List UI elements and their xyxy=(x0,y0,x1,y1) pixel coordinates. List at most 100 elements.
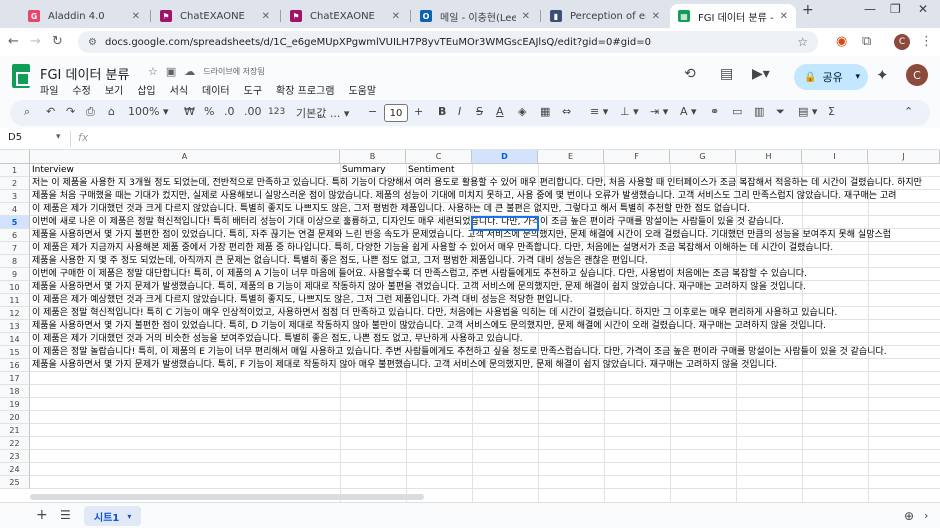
menu-insert[interactable]: 삽입 xyxy=(137,82,155,97)
browser-menu-icon[interactable]: ⋮ xyxy=(920,34,933,49)
collapse-toolbar-icon[interactable]: ⌃ xyxy=(904,105,913,118)
column-header-f[interactable]: F xyxy=(604,150,670,164)
column-header-g[interactable]: G xyxy=(670,150,736,164)
browser-tab-perception[interactable]: ▮ Perception of emotion ✕ xyxy=(542,4,668,28)
document-title[interactable]: FGI 데이터 분류 xyxy=(40,64,129,83)
borders-icon[interactable]: ▦ xyxy=(540,105,550,118)
menu-format[interactable]: 서식 xyxy=(170,82,188,97)
column-header-b[interactable]: B xyxy=(340,150,406,164)
close-icon[interactable]: ✕ xyxy=(262,11,270,22)
explore-icon[interactable]: ⊕ xyxy=(904,509,914,523)
column-header-i[interactable]: I xyxy=(802,150,868,164)
column-header-e[interactable]: E xyxy=(538,150,604,164)
row-header[interactable]: 19 xyxy=(0,398,30,411)
forward-icon[interactable]: → xyxy=(30,34,41,49)
history-icon[interactable]: ⟲ xyxy=(684,66,696,82)
menu-tools[interactable]: 도구 xyxy=(244,82,262,97)
interview-cell[interactable]: 제품을 사용하면서 몇 가지 문제가 발생했습니다. 특히, F 기능이 제대로… xyxy=(30,359,777,371)
interview-cell[interactable]: 이 제품은 정말 혁신적입니다! 특히 C 기능이 매우 인상적이었고, 사용하… xyxy=(30,307,837,319)
horizontal-scrollbar[interactable] xyxy=(30,494,424,500)
interview-cell[interactable]: 제품을 사용하면서 몇 가지 문제가 발생했습니다. 특히, 제품의 B 기능이… xyxy=(30,281,806,293)
gemini-sparkle-icon[interactable]: ✦ xyxy=(876,66,889,84)
menu-help[interactable]: 도움말 xyxy=(348,82,376,97)
bookmark-star-icon[interactable]: ☆ xyxy=(797,35,808,49)
select-all-corner[interactable] xyxy=(0,150,30,164)
row-header[interactable]: 7 xyxy=(0,242,30,255)
row-header[interactable]: 14 xyxy=(0,333,30,346)
column-header-h[interactable]: H xyxy=(736,150,802,164)
name-box[interactable]: D5 xyxy=(8,132,22,143)
browser-tab-mail[interactable]: O 메일 - 이충현(Lee Chu ✕ xyxy=(412,4,538,28)
text-rotate-icon[interactable]: A ▾ xyxy=(680,105,697,118)
url-field[interactable]: ⚙ docs.google.com/spreadsheets/d/1C_e6ge… xyxy=(78,31,818,53)
close-icon[interactable]: ✕ xyxy=(132,11,140,22)
interview-cell[interactable]: 이 제품은 제가 기대했던 것과 크게 다르지 않았습니다. 특별히 좋지도 나… xyxy=(30,203,750,215)
back-icon[interactable]: ← xyxy=(8,34,19,49)
row-header[interactable]: 6 xyxy=(0,229,30,242)
horizontal-align-icon[interactable]: ≡ ▾ xyxy=(590,105,608,118)
header-summary[interactable]: Summary xyxy=(340,164,386,176)
sheet-tab-1[interactable]: 시트1 ▾ xyxy=(84,506,142,526)
increase-font-size-button[interactable]: + xyxy=(414,105,423,118)
site-info-icon[interactable]: ⚙ xyxy=(88,37,97,48)
chevron-down-icon[interactable]: ▾ xyxy=(56,132,61,142)
merge-cells-icon[interactable]: ⇔ xyxy=(562,105,571,118)
increase-decimal-button[interactable]: .00 xyxy=(244,105,262,118)
italic-button[interactable]: I xyxy=(458,105,461,118)
close-icon[interactable]: ✕ xyxy=(392,11,400,22)
close-icon[interactable]: ✕ xyxy=(522,11,530,22)
chevron-down-icon[interactable]: ▾ xyxy=(127,512,131,521)
row-header[interactable]: 20 xyxy=(0,411,30,424)
maximize-icon[interactable]: ❐ xyxy=(890,2,901,16)
filter-views-icon[interactable]: ▤ ▾ xyxy=(798,105,817,118)
browser-tab-chatexaone-2[interactable]: ⚑ ChatEXAONE ✕ xyxy=(282,4,408,28)
functions-icon[interactable]: Σ xyxy=(828,105,835,118)
menu-data[interactable]: 데이터 xyxy=(202,82,230,97)
font-family-select[interactable]: 기본값 ... ▾ xyxy=(296,105,349,121)
row-header[interactable]: 18 xyxy=(0,385,30,398)
row-header[interactable]: 22 xyxy=(0,437,30,450)
row-header[interactable]: 3 xyxy=(0,190,30,203)
all-sheets-icon[interactable]: ☰ xyxy=(60,508,71,522)
sheets-logo-icon[interactable] xyxy=(12,64,30,88)
decrease-font-size-button[interactable]: − xyxy=(368,105,377,118)
browser-tab-chatexaone-1[interactable]: ⚑ ChatEXAONE ✕ xyxy=(152,4,278,28)
currency-format-button[interactable]: ₩ xyxy=(184,105,195,118)
header-interview[interactable]: Interview xyxy=(30,164,74,176)
menu-file[interactable]: 파일 xyxy=(40,82,58,97)
star-icon[interactable]: ☆ xyxy=(148,65,158,78)
print-icon[interactable]: ⎙ xyxy=(86,105,95,119)
browser-tab-aladdin[interactable]: G Aladdin 4.0 ✕ xyxy=(20,4,148,28)
interview-cell[interactable]: 이번에 구매한 이 제품은 정말 대단합니다! 특히, 이 제품의 A 기능이 … xyxy=(30,268,807,280)
decrease-decimal-button[interactable]: .0 xyxy=(224,105,235,118)
new-tab-icon[interactable]: + xyxy=(802,2,814,18)
side-panel-icon[interactable]: › xyxy=(924,509,928,522)
reload-icon[interactable]: ↻ xyxy=(52,34,63,49)
row-header[interactable]: 8 xyxy=(0,255,30,268)
chevron-down-icon[interactable]: ▾ xyxy=(855,72,860,82)
profile-avatar[interactable]: C xyxy=(894,34,910,50)
row-header[interactable]: 17 xyxy=(0,372,30,385)
close-icon[interactable]: ✕ xyxy=(780,11,788,22)
extensions-puzzle-icon[interactable]: ⧉ xyxy=(862,34,871,49)
column-header-a[interactable]: A xyxy=(30,150,340,164)
window-close-icon[interactable]: ✕ xyxy=(918,2,928,16)
close-icon[interactable]: ✕ xyxy=(652,11,660,22)
interview-cell[interactable]: 저는 이 제품을 사용한 지 3개월 정도 되었는데, 전반적으로 만족하고 있… xyxy=(30,177,922,189)
filter-icon[interactable]: ⏷ xyxy=(776,105,785,119)
browser-tab-fgi[interactable]: ▦ FGI 데이터 분류 - Goo ✕ xyxy=(670,4,796,28)
add-sheet-button[interactable]: + xyxy=(36,507,48,523)
interview-cell[interactable]: 이 제품은 제가 기대했던 것과 거의 비슷한 성능을 보여주었습니다. 특별히… xyxy=(30,333,523,345)
row-header[interactable]: 16 xyxy=(0,359,30,372)
cloud-saved-icon[interactable]: ☁ xyxy=(184,65,195,78)
move-folder-icon[interactable]: ▣ xyxy=(166,65,176,78)
menu-view[interactable]: 보기 xyxy=(105,82,123,97)
row-header[interactable]: 11 xyxy=(0,294,30,307)
column-header-j[interactable]: J xyxy=(868,150,940,164)
interview-cell[interactable]: 이 제품은 제가 지금까지 사용해본 제품 중에서 가장 편리한 제품 중 하나… xyxy=(30,242,833,254)
interview-cell[interactable]: 이번에 새로 나온 이 제품은 정말 혁신적입니다! 특히 배터리 성능이 기대… xyxy=(30,216,784,228)
row-header[interactable]: 9 xyxy=(0,268,30,281)
row-header[interactable]: 21 xyxy=(0,424,30,437)
row-header[interactable]: 1 xyxy=(0,164,30,177)
row-header[interactable]: 24 xyxy=(0,463,30,476)
